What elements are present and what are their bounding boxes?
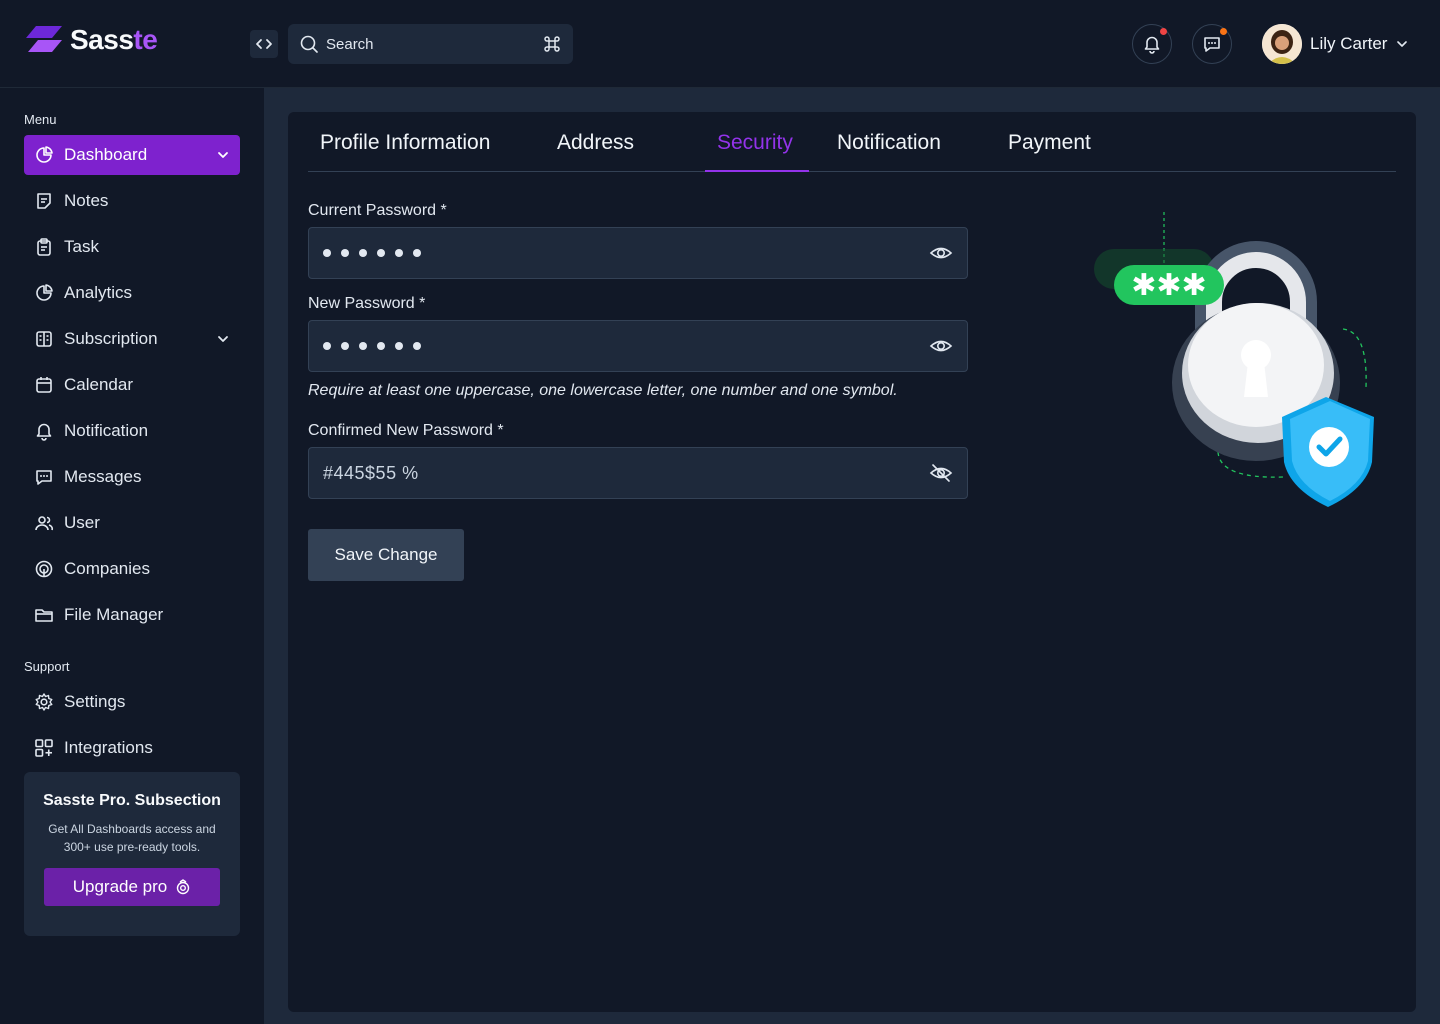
code-brackets-icon — [256, 39, 272, 49]
settings-tabs: Profile Information Address Security Not… — [308, 112, 1396, 172]
tab-profile-information[interactable]: Profile Information — [320, 131, 490, 155]
settings-card: Profile Information Address Security Not… — [288, 112, 1416, 1012]
folder-icon — [34, 605, 54, 625]
search-placeholder: Search — [326, 35, 374, 53]
current-password-label: Current Password * — [308, 202, 447, 219]
chevron-down-icon — [218, 336, 228, 342]
message-dot — [1220, 28, 1227, 35]
chat-icon — [1204, 37, 1220, 52]
sidebar-item-file-manager[interactable]: File Manager — [24, 595, 240, 635]
sidebar-item-dashboard[interactable]: Dashboard — [24, 135, 240, 175]
active-tab-indicator — [705, 170, 809, 172]
bell-icon — [34, 421, 54, 441]
user-menu[interactable]: Lily Carter — [1262, 24, 1409, 64]
pie-chart-icon — [34, 145, 54, 165]
users-icon — [34, 513, 54, 533]
grid-plus-icon — [34, 738, 54, 758]
crown-badge-icon — [177, 879, 190, 895]
brand-name: Sasste — [70, 24, 158, 55]
command-key-icon — [544, 36, 560, 52]
support-section-label: Support — [24, 659, 70, 674]
sidebar-item-integrations[interactable]: Integrations — [24, 728, 240, 768]
svg-text:✱✱✱: ✱✱✱ — [1131, 268, 1206, 303]
chevron-down-icon — [1397, 41, 1408, 47]
tab-payment[interactable]: Payment — [1008, 131, 1091, 155]
sidebar-item-notification[interactable]: Notification — [24, 411, 240, 451]
messages-button[interactable] — [1192, 24, 1232, 64]
password-requirements-hint: Require at least one uppercase, one lowe… — [308, 382, 898, 399]
sidebar-item-user[interactable]: User — [24, 503, 240, 543]
brand-logo[interactable]: Sasste — [24, 24, 158, 56]
calendar-icon — [34, 375, 54, 395]
save-change-button[interactable]: Save Change — [308, 529, 464, 581]
sidebar-item-messages[interactable]: Messages — [24, 457, 240, 497]
confirm-password-label: Confirmed New Password * — [308, 422, 504, 439]
sidebar-item-analytics[interactable]: Analytics — [24, 273, 240, 313]
avatar — [1262, 24, 1302, 64]
notifications-button[interactable] — [1132, 24, 1172, 64]
current-password-field[interactable] — [308, 227, 968, 279]
clipboard-icon — [34, 237, 54, 257]
user-name: Lily Carter — [1310, 34, 1388, 53]
sidebar-item-subscription[interactable]: Subscription — [24, 319, 240, 359]
tab-notification[interactable]: Notification — [837, 131, 941, 155]
pie-chart-icon — [34, 283, 54, 303]
search-icon — [300, 35, 318, 53]
sidebar-item-task[interactable]: Task — [24, 227, 240, 267]
sidebar-item-notes[interactable]: Notes — [24, 181, 240, 221]
top-bar: Sasste Search Lily Carter — [0, 0, 1440, 88]
sidebar: Menu Dashboard Notes Task Analytics Subs… — [0, 88, 264, 1024]
tab-security[interactable]: Security — [717, 131, 793, 155]
eye-icon[interactable] — [929, 334, 953, 358]
chat-icon — [34, 467, 54, 487]
sidebar-toggle-button[interactable] — [250, 30, 278, 58]
fingerprint-icon — [34, 559, 54, 579]
tab-address[interactable]: Address — [557, 131, 634, 155]
masked-password — [323, 342, 929, 350]
logo-icon — [26, 26, 62, 52]
sidebar-item-settings[interactable]: Settings — [24, 682, 240, 722]
menu-section-label: Menu — [24, 112, 57, 127]
confirm-password-value: #445$55 % — [323, 462, 419, 483]
promo-title: Sasste Pro. Subsection — [43, 792, 221, 809]
gear-icon — [34, 692, 54, 712]
upgrade-pro-button[interactable]: Upgrade pro — [44, 868, 220, 906]
confirm-password-field[interactable]: #445$55 % — [308, 447, 968, 499]
pro-promo-card: Sasste Pro. Subsection Get All Dashboard… — [24, 772, 240, 936]
eye-icon[interactable] — [929, 241, 953, 265]
eye-off-icon[interactable] — [929, 461, 953, 485]
chevron-down-icon — [218, 152, 228, 158]
note-icon — [34, 191, 54, 211]
promo-description: Get All Dashboards access and 300+ use p… — [48, 822, 216, 854]
notification-dot — [1160, 28, 1167, 35]
new-password-field[interactable] — [308, 320, 968, 372]
bell-icon — [1144, 36, 1160, 54]
search-input[interactable]: Search — [288, 24, 573, 64]
padlock-security-illustration: ✱✱✱ — [1094, 212, 1374, 507]
masked-password — [323, 249, 929, 257]
sidebar-item-companies[interactable]: Companies — [24, 549, 240, 589]
sidebar-item-calendar[interactable]: Calendar — [24, 365, 240, 405]
new-password-label: New Password * — [308, 295, 426, 312]
subscription-icon — [34, 329, 54, 349]
